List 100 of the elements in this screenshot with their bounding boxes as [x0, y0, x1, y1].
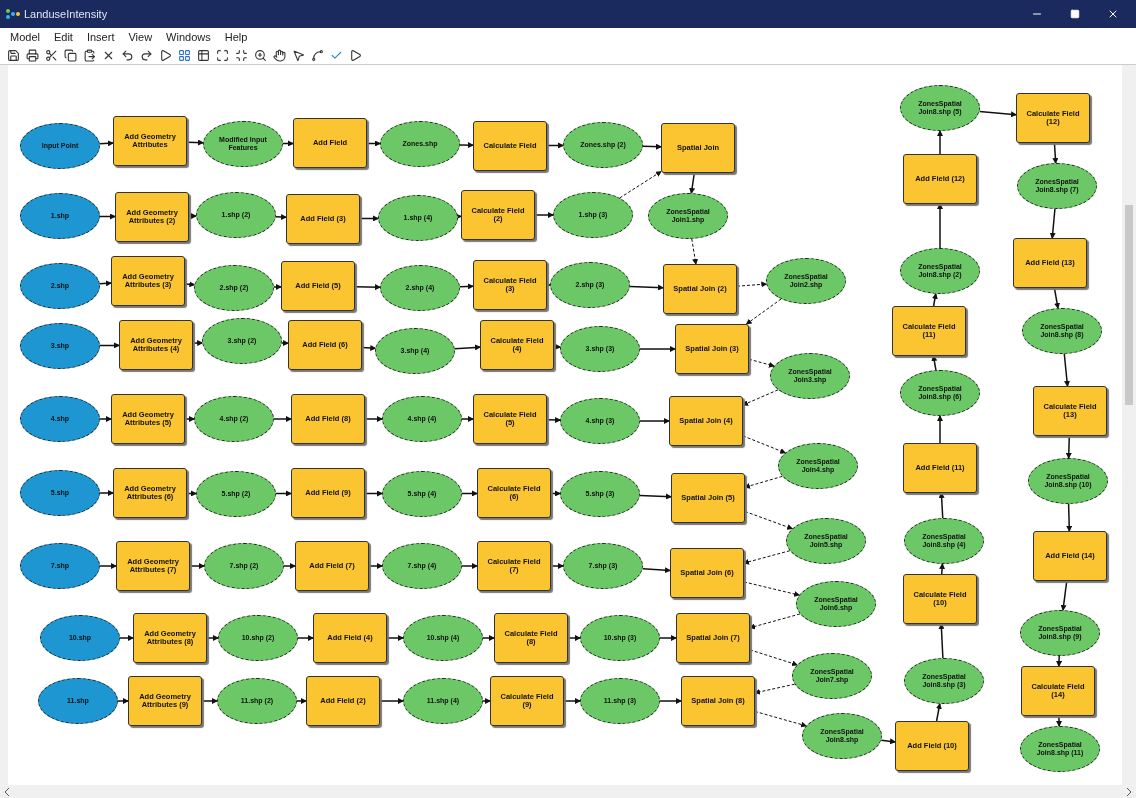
menu-item[interactable]: Insert — [86, 31, 115, 43]
scroll-left-icon[interactable] — [4, 787, 10, 796]
connector-arrow — [99, 140, 114, 147]
connector-arrow — [742, 435, 787, 454]
connect-icon[interactable] — [310, 48, 324, 62]
connector-arrow — [736, 281, 768, 288]
connector-arrow — [689, 172, 696, 195]
undo-icon[interactable] — [120, 48, 134, 62]
connector-arrow — [192, 340, 204, 347]
connector-arrow — [691, 238, 699, 265]
close-icon — [1107, 8, 1119, 20]
connector-arrow — [880, 738, 896, 745]
connector-arrow — [937, 203, 943, 249]
menu-item[interactable]: Help — [224, 31, 248, 43]
connector-arrow — [931, 292, 938, 307]
pointer-icon[interactable] — [291, 48, 305, 62]
table-icon[interactable] — [196, 48, 210, 62]
connector-arrow — [189, 563, 205, 569]
connector-arrow — [563, 698, 581, 704]
connector-arrow — [546, 142, 564, 149]
connector-arrow — [275, 490, 292, 497]
paste-icon[interactable] — [82, 48, 96, 62]
connector-arrow — [754, 683, 796, 695]
connector-arrow — [454, 344, 481, 351]
connector-arrow — [629, 284, 664, 291]
connector-arrow — [639, 346, 676, 352]
connector-arrow — [99, 280, 112, 287]
connector-arrow — [296, 698, 307, 704]
connector-arrow — [281, 340, 289, 346]
restore-icon — [1070, 9, 1080, 19]
run-icon[interactable] — [348, 48, 362, 62]
connector-arrow — [938, 492, 945, 519]
connector-arrow — [550, 563, 564, 569]
connector-arrow — [354, 284, 381, 291]
menu-item[interactable]: Edit — [53, 31, 73, 43]
connector-arrow — [749, 649, 798, 667]
arrow-icon[interactable] — [158, 48, 172, 62]
connector-arrow — [99, 490, 114, 496]
connector-arrow — [1065, 435, 1072, 459]
connector-arrow — [282, 140, 294, 147]
connector-arrow — [119, 635, 134, 641]
connector-arrow — [459, 283, 474, 290]
grid-icon[interactable] — [177, 48, 191, 62]
connector-arrow — [461, 563, 478, 569]
connector-arrow — [201, 698, 218, 704]
connector-arrow — [273, 284, 282, 290]
connector-arrow — [186, 490, 197, 497]
scissors-icon[interactable] — [44, 48, 58, 62]
connector-arrow — [1063, 353, 1070, 387]
connector-arrow — [379, 698, 404, 704]
expand-icon[interactable] — [215, 48, 229, 62]
connector-arrow — [184, 281, 196, 288]
menu-item[interactable]: Windows — [166, 31, 211, 43]
connector-arrow — [184, 416, 195, 422]
connector-arrow — [275, 214, 287, 221]
connector-arrow — [188, 213, 198, 220]
vertical-scrollbar[interactable] — [1122, 65, 1136, 785]
horizontal-scrollbar[interactable] — [0, 785, 1136, 798]
connector-arrow — [297, 635, 314, 641]
connector-arrow — [744, 511, 794, 530]
connector-arrow — [482, 698, 491, 704]
connector-arrow — [1052, 142, 1059, 164]
connector-arrow — [99, 213, 116, 220]
connector-arrow — [482, 635, 495, 641]
scroll-right-icon[interactable] — [1126, 787, 1132, 796]
connector-arrow — [639, 493, 672, 500]
connector-arrow — [1066, 503, 1073, 532]
copy-icon[interactable] — [63, 48, 77, 62]
connector-arrow — [283, 563, 296, 569]
connector-arrow — [361, 345, 377, 351]
connector-arrow — [931, 355, 938, 371]
connector-arrow — [455, 213, 462, 220]
connector-arrow — [366, 140, 381, 147]
connector-arrow — [364, 490, 383, 497]
save-icon[interactable] — [6, 48, 20, 62]
connector-arrow — [206, 635, 219, 641]
connector-arrow — [935, 702, 942, 722]
connector-arrow — [744, 475, 783, 489]
print-icon[interactable] — [25, 48, 39, 62]
connector-arrow — [567, 635, 581, 641]
connector-arrow — [534, 212, 554, 218]
connector-arrow — [1056, 655, 1063, 667]
connector-arrow — [748, 358, 775, 368]
connector-arrow — [1060, 580, 1068, 612]
menu-item[interactable]: View — [128, 31, 153, 43]
menu-item[interactable]: Model — [10, 31, 40, 43]
connector-arrow — [459, 142, 474, 149]
app-icon — [6, 9, 20, 19]
redo-icon[interactable] — [139, 48, 153, 62]
connector-arrow — [461, 490, 478, 497]
shrink-icon[interactable] — [234, 48, 248, 62]
connector-arrow — [99, 563, 117, 569]
hand-icon[interactable] — [272, 48, 286, 62]
connector-arrow — [461, 416, 474, 422]
connector-arrow — [939, 563, 946, 575]
connector-arrow — [1053, 287, 1061, 310]
connector-arrow — [745, 298, 782, 325]
connector-arrow — [273, 416, 292, 422]
zoom-in-icon[interactable] — [253, 48, 267, 62]
connector-arrow — [937, 130, 943, 155]
